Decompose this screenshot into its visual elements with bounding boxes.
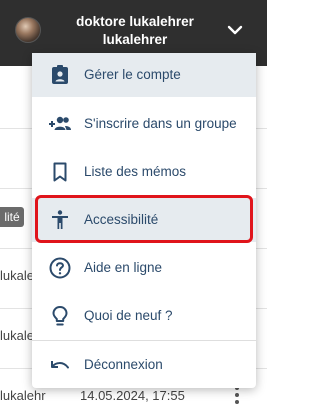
group-add-icon [49,116,71,130]
undo-icon [51,361,69,369]
help-icon [49,257,71,279]
account-box-icon [52,65,68,84]
user-name[interactable]: doktore lukalehrer lukalehrer [45,13,225,49]
menu-item-online-help[interactable]: Aide en ligne [32,246,256,290]
menu-item-logout[interactable]: Déconnexion [32,343,256,387]
menu-item-memo-list[interactable]: Liste des mémos [32,150,256,194]
more-options-icon[interactable] [234,386,240,408]
lightbulb-icon [52,306,68,326]
bookmark-icon [53,162,67,182]
status-badge: lité [0,207,24,227]
menu-item-whats-new[interactable]: Quoi de neuf ? [32,294,256,338]
menu-item-label: Déconnexion [84,357,163,372]
chevron-down-icon[interactable] [227,24,243,36]
user-avatar[interactable] [15,17,41,43]
menu-item-join-group[interactable]: S'inscrire dans un groupe [32,102,256,146]
highlight-annotation [35,195,253,243]
table-cell-author: lukalehr [0,388,46,403]
menu-item-label: Liste des mémos [84,164,187,179]
menu-item-label: Gérer le compte [84,67,181,82]
menu-item-label: Quoi de neuf ? [84,308,173,323]
menu-item-label: Aide en ligne [84,260,163,275]
table-cell-date: 14.05.2024, 17:55 [80,388,185,403]
menu-item-manage-account[interactable]: Gérer le compte [32,53,256,97]
menu-item-label: S'inscrire dans un groupe [84,116,237,131]
menu-divider [32,340,256,341]
